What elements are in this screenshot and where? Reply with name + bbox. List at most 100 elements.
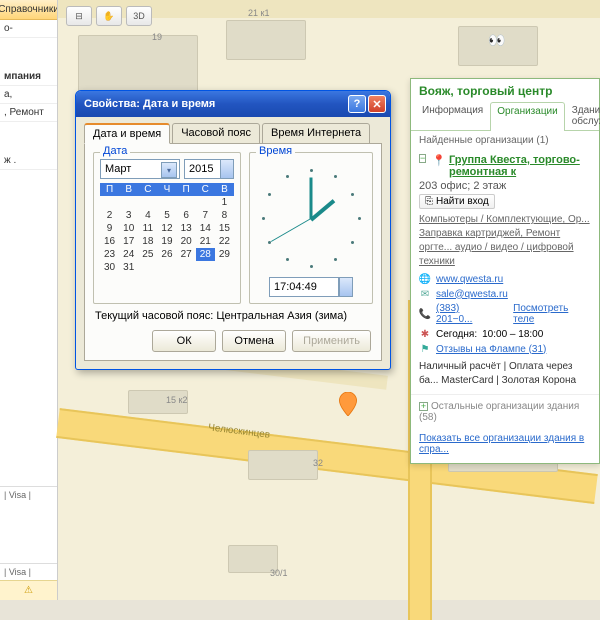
calendar-day[interactable]: 11 <box>138 222 157 235</box>
calendar-day[interactable]: 10 <box>119 222 138 235</box>
calendar-day[interactable]: 31 <box>119 261 138 274</box>
calendar-day[interactable]: 15 <box>215 222 234 235</box>
calendar-day[interactable]: 23 <box>100 248 119 261</box>
door-icon: ⎘ <box>425 196 433 207</box>
calendar-day[interactable]: 29 <box>215 248 234 261</box>
panel-tab-info[interactable]: Информация <box>415 101 490 130</box>
analog-clock <box>256 163 366 273</box>
calendar-day[interactable]: 9 <box>100 222 119 235</box>
calendar-day[interactable]: 2 <box>100 209 119 222</box>
calendar-day <box>177 196 196 209</box>
tab-timezone[interactable]: Часовой пояс <box>172 123 260 144</box>
year-spinner[interactable]: 2015 <box>184 159 234 179</box>
calendar-day[interactable]: 18 <box>138 235 157 248</box>
sidebar-item[interactable]: , Ремонт <box>0 104 57 122</box>
calendar-day[interactable]: 25 <box>138 248 157 261</box>
globe-icon: 🌐 <box>419 273 431 285</box>
collapse-icon[interactable]: − <box>419 154 426 163</box>
hour-hand <box>310 199 336 221</box>
website-link[interactable]: www.qwesta.ru <box>436 274 503 285</box>
cancel-button[interactable]: Отмена <box>222 330 286 352</box>
timezone-text: Текущий часовой пояс: Центральная Азия (… <box>93 304 373 330</box>
calendar-day[interactable]: 6 <box>177 209 196 222</box>
calendar-day[interactable]: 13 <box>177 222 196 235</box>
calendar-day[interactable]: 17 <box>119 235 138 248</box>
calendar-day[interactable]: 5 <box>157 209 176 222</box>
calendar-dow: С <box>138 183 157 196</box>
email-link[interactable]: sale@qwesta.ru <box>436 289 508 300</box>
month-combo[interactable]: Март <box>100 159 180 179</box>
calendar-day[interactable]: 22 <box>215 235 234 248</box>
time-spinner[interactable] <box>339 277 353 297</box>
time-group-label: Время <box>256 145 295 157</box>
org-categories[interactable]: Компьютеры / Комплектующие, Ор... Заправ… <box>419 213 591 269</box>
sidebar-item[interactable]: о- <box>0 20 57 38</box>
house-number: 32 <box>313 458 323 468</box>
sidebar-footer-text: | Visa | <box>0 486 57 503</box>
hours-today: 10:00 – 18:00 <box>482 329 543 340</box>
calendar-day[interactable]: 30 <box>100 261 119 274</box>
binoculars-icon[interactable]: 👀 <box>488 32 505 49</box>
close-button[interactable]: ✕ <box>368 95 386 113</box>
calendar-day[interactable]: 3 <box>119 209 138 222</box>
dialog-titlebar[interactable]: Свойства: Дата и время ? ✕ <box>76 91 390 117</box>
calendar-day <box>215 261 234 274</box>
clock-icon: ✱ <box>419 328 431 340</box>
reviews-icon: ⚑ <box>419 343 431 355</box>
help-button[interactable]: ? <box>348 95 366 113</box>
house-number: 21 к1 <box>248 8 269 18</box>
3d-button[interactable]: 3D <box>126 6 152 26</box>
house-number: 30/1 <box>270 568 288 578</box>
tab-datetime[interactable]: Дата и время <box>84 123 170 144</box>
time-group: Время 17:04:49 <box>249 152 373 304</box>
pan-button[interactable]: ✋ <box>96 6 122 26</box>
calendar-day <box>157 261 176 274</box>
calendar-day[interactable]: 4 <box>138 209 157 222</box>
other-orgs-toggle[interactable]: +Остальные организации здания (58) <box>411 394 599 429</box>
sidebar-warning[interactable]: ⚠ <box>0 580 57 600</box>
calendar-day[interactable]: 1 <box>215 196 234 209</box>
calendar-dow: С <box>196 183 215 196</box>
calendar-day[interactable]: 7 <box>196 209 215 222</box>
panel-tab-service[interactable]: Здание обслуж <box>565 101 600 130</box>
calendar-day[interactable]: 8 <box>215 209 234 222</box>
calendar-day <box>196 196 215 209</box>
calendar-day <box>177 261 196 274</box>
calendar-day[interactable]: 28 <box>196 248 215 261</box>
calendar-dow: П <box>100 183 119 196</box>
calendar-day <box>119 196 138 209</box>
found-orgs-label: Найденные организации (1) <box>411 131 599 150</box>
tab-internet-time[interactable]: Время Интернета <box>262 123 370 144</box>
sidebar-item[interactable]: ж . <box>0 152 57 170</box>
find-entrance-button[interactable]: ⎘Найти вход <box>419 194 495 209</box>
calendar-day[interactable]: 27 <box>177 248 196 261</box>
ok-button[interactable]: ОК <box>152 330 216 352</box>
calendar-day[interactable]: 19 <box>157 235 176 248</box>
map-marker[interactable] <box>339 392 357 416</box>
calendar-dow: П <box>177 183 196 196</box>
calendar-day[interactable]: 21 <box>196 235 215 248</box>
calendar-day[interactable]: 26 <box>157 248 176 261</box>
calendar-day[interactable]: 20 <box>177 235 196 248</box>
apply-button[interactable]: Применить <box>292 330 371 352</box>
sidebar-footer-text: | Visa | <box>0 563 57 580</box>
calendar-day[interactable]: 24 <box>119 248 138 261</box>
sidebar-header[interactable]: Справочники <box>0 0 57 20</box>
org-name-link[interactable]: Группа Квеста, торгово-ремонтная к <box>449 154 591 178</box>
measure-button[interactable]: ⊟ <box>66 6 92 26</box>
dialog-tabs: Дата и время Часовой пояс Время Интернет… <box>84 123 382 144</box>
calendar-day <box>196 261 215 274</box>
hours-today-label: Сегодня: <box>436 329 477 340</box>
phone-link[interactable]: (383) 201−0... <box>436 303 498 325</box>
sidebar-item[interactable]: мпания <box>0 68 57 86</box>
calendar-day[interactable]: 14 <box>196 222 215 235</box>
calendar-day[interactable]: 12 <box>157 222 176 235</box>
sidebar-item[interactable]: а, <box>0 86 57 104</box>
show-all-orgs-link[interactable]: Показать все организации здания в спра..… <box>411 429 599 463</box>
show-phone-link[interactable]: Посмотреть теле <box>513 303 591 325</box>
panel-tab-orgs[interactable]: Организации <box>490 102 564 131</box>
time-field[interactable]: 17:04:49 <box>269 277 339 297</box>
minute-hand <box>310 178 313 220</box>
calendar-day[interactable]: 16 <box>100 235 119 248</box>
reviews-link[interactable]: Отзывы на Флампе (31) <box>436 344 546 355</box>
